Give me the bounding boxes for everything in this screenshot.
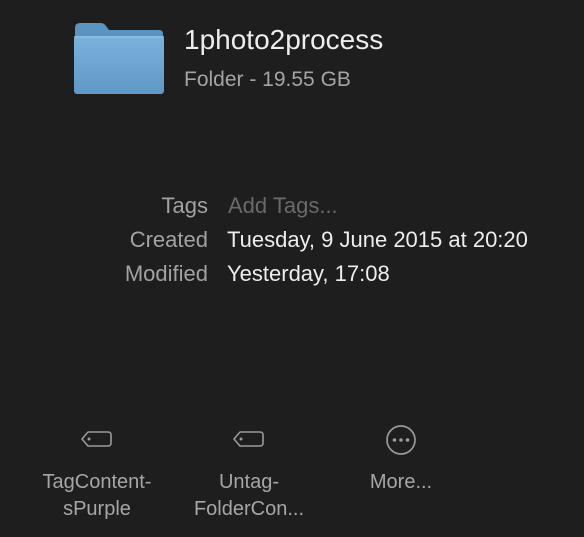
tags-row: Tags Add Tags... [0, 193, 584, 223]
created-value: Tuesday, 9 June 2015 at 20:20 [227, 227, 528, 252]
tags-label: Tags [161, 193, 208, 218]
more-icon [383, 420, 419, 456]
more-button[interactable]: More... [326, 420, 476, 530]
action-label: More... [369, 471, 433, 493]
tag-icon [231, 420, 267, 456]
action-untag-folder-content[interactable]: Untag- FolderCon... [174, 420, 324, 530]
tag-icon [79, 420, 115, 456]
action-tag-content-purple[interactable]: TagContent- sPurple [22, 420, 172, 530]
created-label: Created [129, 227, 208, 252]
modified-value: Yesterday, 17:08 [227, 261, 390, 286]
folder-icon [73, 22, 165, 96]
file-name: 1photo2process [184, 24, 384, 55]
action-label: Untag- FolderCon... [193, 471, 305, 520]
created-row: Created Tuesday, 9 June 2015 at 20:20 [0, 227, 584, 257]
modified-label: Modified [124, 261, 208, 286]
action-label: TagContent- sPurple [42, 471, 152, 520]
file-kind-size: Folder - 19.55 GB [184, 68, 351, 91]
add-tags-field[interactable]: Add Tags... [228, 193, 428, 221]
modified-row: Modified Yesterday, 17:08 [0, 261, 584, 291]
